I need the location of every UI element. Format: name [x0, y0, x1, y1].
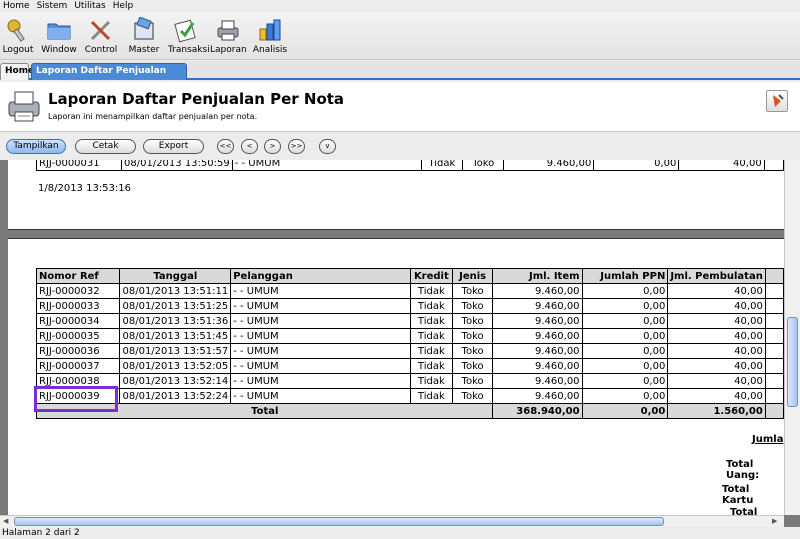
logout-button[interactable]: Logout [0, 17, 36, 59]
close-icon [773, 94, 784, 107]
col-kredit: Kredit [410, 268, 453, 284]
master-icon [134, 17, 154, 40]
summary-jumlah: Jumla [752, 434, 784, 445]
summary-total-uang: Total Uang: [726, 459, 760, 481]
horizontal-scrollbar[interactable]: ◀ ▶ [0, 515, 784, 527]
total-jml-item: 368.940,00 [492, 403, 583, 419]
report-page-1: RJJ-0000031 08/01/2013 13:50:59 - - UMUM… [8, 160, 785, 230]
table-row[interactable]: RJJ-0000033 08/01/2013 13:51:25- - UMUM Ti… [35, 298, 785, 314]
report-icon [217, 20, 239, 41]
control-button[interactable]: Control [83, 17, 119, 59]
col-nomor-ref: Nomor Ref [35, 268, 121, 284]
prev-page-button[interactable]: < [241, 139, 258, 154]
key-icon [7, 19, 25, 42]
tab-laporan-daftar-penjualan[interactable]: Laporan Daftar Penjualan Per Nota [31, 63, 187, 91]
vertical-scroll-thumb[interactable] [787, 317, 798, 407]
export-button[interactable]: Export [143, 139, 204, 154]
total-pembulatan: 1.560,00 [667, 403, 766, 419]
horizontal-scroll-thumb[interactable] [14, 517, 664, 526]
report-header: Laporan Daftar Penjualan Per Nota Lapora… [0, 82, 800, 132]
scroll-right-arrow-icon[interactable]: ▶ [772, 517, 777, 525]
table-row: RJJ-0000031 08/01/2013 13:50:59 - - UMUM… [36, 160, 785, 171]
col-jml-pembulatan: Jml. Pembulatan [667, 268, 766, 284]
sales-table: Nomor Ref Tanggal Pelanggan Kredit Jenis… [35, 268, 785, 419]
close-button[interactable] [766, 90, 788, 112]
table-row[interactable]: RJJ-0000034 08/01/2013 13:51:36- - UMUM Ti… [35, 313, 785, 329]
report-viewport[interactable]: RJJ-0000031 08/01/2013 13:50:59 - - UMUM… [0, 160, 800, 527]
printer-icon [8, 91, 40, 122]
dropdown-button[interactable]: v [319, 139, 336, 154]
col-pelanggan: Pelanggan [230, 268, 411, 284]
menu-sistem[interactable]: Sistem [34, 0, 72, 13]
table-row[interactable]: RJJ-0000037 08/01/2013 13:52:05- - UMUM Ti… [35, 358, 785, 374]
tools-icon [90, 20, 111, 41]
summary-total-kartu-1: Total Kartu [722, 484, 754, 506]
next-page-button[interactable]: > [264, 139, 281, 154]
print-timestamp: 1/8/2013 13:53:16 [38, 183, 132, 194]
table-row[interactable]: RJJ-0000035 08/01/2013 13:51:45- - UMUM Ti… [35, 328, 785, 344]
table-row[interactable]: RJJ-0000039 08/01/2013 13:52:24- - UMUM Ti… [35, 388, 785, 404]
tampilkan-button[interactable]: Tampilkan [6, 139, 66, 154]
page-title: Laporan Daftar Penjualan Per Nota [48, 90, 345, 108]
report-toolbar: Tampilkan Cetak Export << < > >> v [0, 136, 800, 158]
total-row: Total 368.940,00 0,00 1.560,00 [35, 403, 785, 419]
page-subtitle: Laporan ini menampilkan daftar penjualan… [48, 112, 258, 121]
window-button[interactable]: Window [41, 17, 77, 59]
first-page-button[interactable]: << [217, 139, 234, 154]
menu-bar: Home Sistem Utilitas Help [0, 0, 800, 13]
transaksi-button[interactable]: Transaksi [168, 17, 210, 59]
table-row[interactable]: RJJ-0000038 08/01/2013 13:52:14- - UMUM Ti… [35, 373, 785, 389]
folder-icon [47, 23, 71, 40]
main-toolbar: Logout Window Control Master Transaksi L… [0, 13, 800, 60]
selection-highlight [34, 386, 118, 412]
transaction-icon [174, 19, 196, 43]
analisis-button[interactable]: Analisis [252, 17, 288, 59]
col-jumlah-ppn: Jumlah PPN [581, 268, 669, 284]
total-ppn: 0,00 [581, 403, 669, 419]
menu-help[interactable]: Help [110, 0, 138, 13]
menu-home[interactable]: Home [0, 0, 34, 13]
table-header-row: Nomor Ref Tanggal Pelanggan Kredit Jenis… [35, 268, 785, 284]
col-tanggal: Tanggal [119, 268, 232, 284]
table-row[interactable]: RJJ-0000036 08/01/2013 13:51:57- - UMUM Ti… [35, 343, 785, 359]
scroll-left-arrow-icon[interactable]: ◀ [3, 517, 8, 525]
master-button[interactable]: Master [126, 17, 162, 59]
table-row[interactable]: RJJ-0000032 08/01/2013 13:51:11- - UMUM Ti… [35, 283, 785, 299]
col-jml-item: Jml. Item [492, 268, 583, 284]
vertical-scrollbar[interactable] [784, 160, 800, 515]
table-body: RJJ-0000032 08/01/2013 13:51:11- - UMUM Ti… [35, 283, 785, 404]
last-page-button[interactable]: >> [288, 139, 305, 154]
report-page-2: Nomor Ref Tanggal Pelanggan Kredit Jenis… [8, 238, 785, 527]
laporan-button[interactable]: Laporan [210, 17, 247, 59]
page1-table: RJJ-0000031 08/01/2013 13:50:59 - - UMUM… [36, 160, 785, 171]
cetak-button[interactable]: Cetak [75, 139, 136, 154]
status-bar: Halaman 2 dari 2 [0, 527, 800, 539]
col-jenis: Jenis [451, 268, 494, 284]
menu-utilitas[interactable]: Utilitas [71, 0, 109, 13]
tab-home[interactable]: Home [0, 63, 34, 80]
tab-strip: Home Laporan Daftar Penjualan Per Nota [0, 61, 800, 91]
analysis-icon [259, 19, 281, 41]
